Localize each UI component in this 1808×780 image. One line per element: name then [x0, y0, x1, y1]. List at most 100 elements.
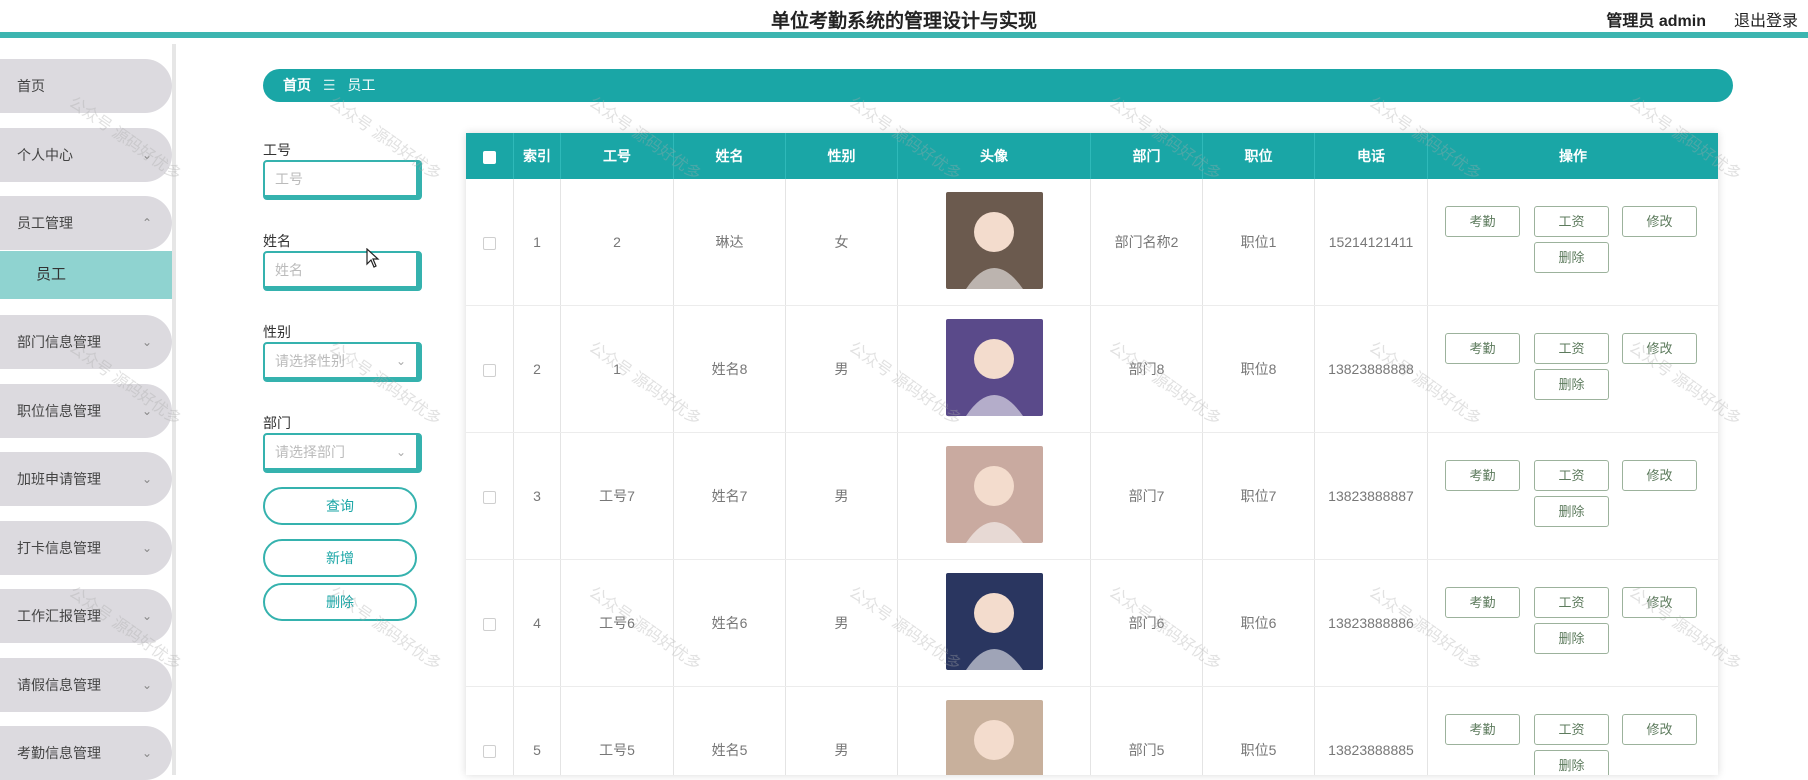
sidebar-item-home[interactable]: 首页	[0, 59, 172, 113]
avatar-cell	[898, 560, 1091, 686]
edit-button[interactable]: 修改	[1622, 206, 1697, 237]
sidebar-item-personal-center[interactable]: 个人中心 ⌄	[0, 128, 172, 182]
attendance-button[interactable]: 考勤	[1445, 714, 1520, 745]
avatar	[946, 319, 1043, 416]
header-employee-no: 工号	[561, 133, 674, 179]
header-index: 索引	[514, 133, 561, 179]
sidebar: 首页 个人中心 ⌄ 员工管理 ⌃ 员工 部门信息管理 ⌄ 职位信息管理 ⌄ 加班…	[0, 44, 176, 780]
select-all-checkbox[interactable]	[483, 150, 496, 164]
edit-button[interactable]: 修改	[1622, 460, 1697, 491]
cell-dept: 部门8	[1091, 306, 1203, 432]
attendance-button[interactable]: 考勤	[1445, 587, 1520, 618]
sidebar-item-leave[interactable]: 请假信息管理 ⌄	[0, 658, 172, 712]
salary-button[interactable]: 工资	[1534, 714, 1609, 745]
cell-gender: 男	[786, 433, 898, 559]
cell-gender: 男	[786, 560, 898, 686]
cell-name: 姓名5	[674, 687, 786, 775]
cell-dept: 部门5	[1091, 687, 1203, 775]
header-gender: 性别	[786, 133, 898, 179]
attendance-button[interactable]: 考勤	[1445, 206, 1520, 237]
sidebar-item-employee[interactable]: 员工	[0, 251, 172, 299]
salary-button[interactable]: 工资	[1534, 206, 1609, 237]
sidebar-item-overtime[interactable]: 加班申请管理 ⌄	[0, 452, 172, 506]
edit-button[interactable]: 修改	[1622, 714, 1697, 745]
menu-icon: ☰	[322, 77, 336, 93]
cell-position: 职位6	[1203, 560, 1315, 686]
department-select[interactable]: 请选择部门 ⌄	[263, 433, 422, 473]
batch-delete-button[interactable]: 删除	[263, 583, 417, 621]
delete-button[interactable]: 删除	[1534, 242, 1609, 273]
edit-button[interactable]: 修改	[1622, 587, 1697, 618]
employee-no-placeholder: 工号	[275, 171, 303, 187]
gender-select[interactable]: 请选择性别 ⌄	[263, 342, 422, 382]
avatar-cell	[898, 179, 1091, 305]
employee-table: 索引 工号 姓名 性别 头像 部门 职位 电话 操作 1 2 琳达女 部门名称2 职位…	[466, 133, 1718, 775]
header-avatar: 头像	[898, 133, 1091, 179]
attendance-button[interactable]: 考勤	[1445, 460, 1520, 491]
select-all-cell	[466, 133, 514, 179]
breadcrumb-home[interactable]: 首页	[283, 77, 311, 93]
gender-placeholder: 请选择性别	[275, 353, 345, 369]
add-button[interactable]: 新增	[263, 539, 417, 577]
salary-button[interactable]: 工资	[1534, 587, 1609, 618]
table-row: 4 工号6 姓名6 男 部门6 职位6 13823888886 考勤 工资 修改 删除	[466, 560, 1718, 687]
sidebar-item-clock-in[interactable]: 打卡信息管理 ⌄	[0, 521, 172, 575]
logout-link[interactable]: 退出登录	[1734, 7, 1798, 31]
gender-label: 性别	[263, 324, 291, 340]
sidebar-item-position[interactable]: 职位信息管理 ⌄	[0, 384, 172, 438]
query-button[interactable]: 查询	[263, 487, 417, 525]
row-select-cell	[466, 560, 514, 686]
delete-button[interactable]: 删除	[1534, 623, 1609, 654]
chevron-down-icon: ⌄	[141, 148, 152, 162]
table-row: 3 工号7 姓名7 男 部门7 职位7 13823888887 考勤 工资 修改 删除	[466, 433, 1718, 560]
chevron-down-icon: ⌄	[395, 354, 406, 368]
sidebar-item-department[interactable]: 部门信息管理 ⌄	[0, 315, 172, 369]
salary-button[interactable]: 工资	[1534, 460, 1609, 491]
delete-button[interactable]: 删除	[1534, 496, 1609, 527]
cell-no: 工号7	[561, 433, 674, 559]
edit-button[interactable]: 修改	[1622, 333, 1697, 364]
chevron-down-icon: ⌄	[141, 472, 152, 486]
row-checkbox[interactable]	[483, 617, 496, 631]
cell-no: 工号5	[561, 687, 674, 775]
name-placeholder: 姓名	[275, 262, 303, 278]
cell-index: 1	[514, 179, 561, 305]
row-checkbox[interactable]	[483, 744, 496, 758]
employee-no-input[interactable]: 工号	[263, 160, 422, 200]
delete-button[interactable]: 删除	[1534, 750, 1609, 775]
table-row: 5 工号5 姓名5 男 部门5 职位5 13823888885 考勤 工资 修改 删除	[466, 687, 1718, 775]
header-position: 职位	[1203, 133, 1315, 179]
cell-index: 2	[514, 306, 561, 432]
cell-position: 职位7	[1203, 433, 1315, 559]
attendance-button[interactable]: 考勤	[1445, 333, 1520, 364]
chevron-down-icon: ⌄	[141, 335, 152, 349]
header-actions: 操作	[1559, 148, 1587, 164]
row-checkbox[interactable]	[483, 490, 496, 504]
sidebar-item-work-report[interactable]: 工作汇报管理 ⌄	[0, 589, 172, 643]
cell-phone: 13823888885	[1315, 687, 1428, 775]
salary-button[interactable]: 工资	[1534, 333, 1609, 364]
name-input[interactable]: 姓名	[263, 251, 422, 291]
avatar	[946, 446, 1043, 543]
cell-no: 2	[561, 179, 674, 305]
search-panel: 工号 工号 姓名 姓名 性别 请选择性别 ⌄ 部门 请选择部门 ⌄ 查询 新增 …	[263, 140, 423, 621]
row-select-cell	[466, 179, 514, 305]
delete-button[interactable]: 删除	[1534, 369, 1609, 400]
sidebar-item-label: 个人中心	[17, 147, 73, 163]
avatar-cell	[898, 687, 1091, 775]
cell-name: 姓名6	[674, 560, 786, 686]
sidebar-item-label: 打卡信息管理	[17, 540, 101, 556]
table-header: 索引 工号 姓名 性别 头像 部门 职位 电话 操作	[466, 133, 1718, 179]
cell-dept: 部门名称2	[1091, 179, 1203, 305]
cell-index: 3	[514, 433, 561, 559]
row-checkbox[interactable]	[483, 236, 496, 250]
cell-position: 职位1	[1203, 179, 1315, 305]
sidebar-item-attendance[interactable]: 考勤信息管理 ⌄	[0, 726, 172, 780]
current-user: 管理员 admin	[1606, 13, 1706, 30]
avatar	[946, 700, 1043, 775]
cell-gender: 男	[786, 687, 898, 775]
avatar-cell	[898, 306, 1091, 432]
chevron-down-icon: ⌄	[141, 746, 152, 760]
row-checkbox[interactable]	[483, 363, 496, 377]
sidebar-item-employee-management[interactable]: 员工管理 ⌃	[0, 196, 172, 250]
